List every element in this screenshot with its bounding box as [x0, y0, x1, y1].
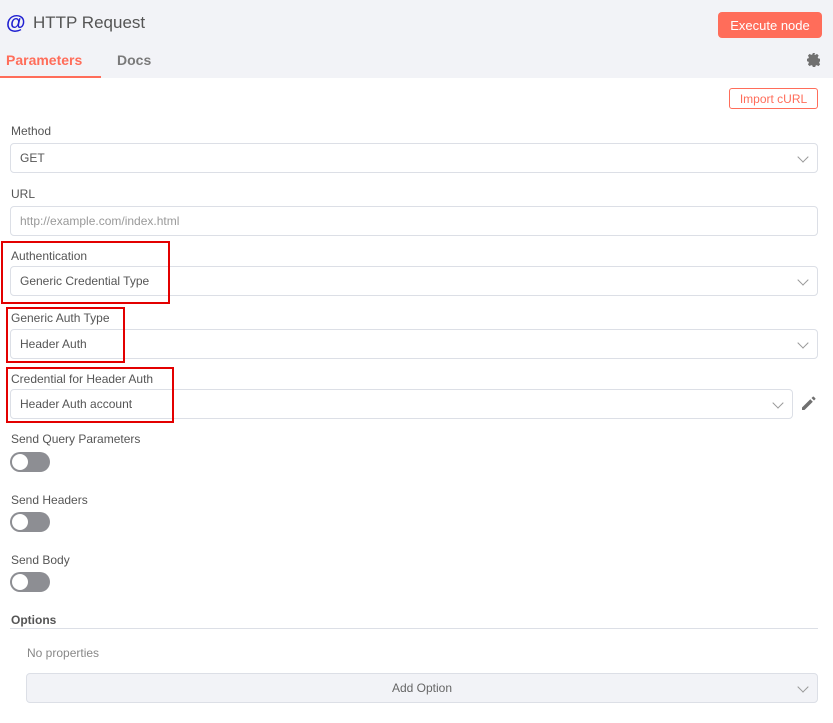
generic-auth-type-select[interactable]: Header Auth	[10, 329, 818, 359]
highlight-credential	[6, 367, 174, 423]
send-headers-toggle[interactable]	[10, 512, 50, 532]
chevron-down-icon	[797, 151, 809, 163]
import-curl-button[interactable]: Import cURL	[729, 88, 818, 109]
send-body-toggle[interactable]	[10, 572, 50, 592]
url-input[interactable]: http://example.com/index.html	[10, 206, 818, 236]
tab-bar: Parameters Docs	[0, 50, 157, 78]
execute-node-button[interactable]: Execute node	[718, 12, 822, 38]
method-label: Method	[11, 124, 52, 138]
toggle-knob	[12, 574, 28, 590]
send-query-label: Send Query Parameters	[11, 432, 141, 446]
add-option-label: Add Option	[391, 681, 453, 695]
toggle-knob	[12, 514, 28, 530]
toggle-knob	[12, 454, 28, 470]
options-divider	[10, 628, 818, 629]
method-value: GET	[20, 151, 45, 165]
options-label: Options	[11, 613, 57, 627]
node-title[interactable]: HTTP Request	[33, 12, 145, 34]
send-headers-label: Send Headers	[11, 493, 88, 507]
pencil-icon[interactable]	[800, 394, 818, 412]
add-option-select[interactable]: Add Option	[26, 673, 818, 703]
node-header: @ HTTP Request Execute node Parameters D…	[0, 0, 833, 78]
tab-parameters[interactable]: Parameters	[0, 50, 101, 78]
send-query-toggle[interactable]	[10, 452, 50, 472]
chevron-down-icon	[797, 337, 809, 349]
chevron-down-icon	[772, 397, 784, 409]
chevron-down-icon	[797, 274, 809, 286]
title-row: @ HTTP Request	[6, 12, 145, 34]
chevron-down-icon	[797, 681, 809, 693]
url-placeholder: http://example.com/index.html	[20, 214, 180, 228]
tab-docs[interactable]: Docs	[111, 50, 157, 78]
highlight-authentication	[1, 241, 170, 304]
gear-icon[interactable]	[806, 52, 822, 68]
url-label: URL	[11, 187, 36, 201]
highlight-generic-auth-type	[6, 307, 125, 363]
at-icon: @	[6, 12, 26, 34]
no-properties-text: No properties	[27, 646, 100, 660]
method-select[interactable]: GET	[10, 143, 818, 173]
send-body-label: Send Body	[11, 553, 70, 567]
